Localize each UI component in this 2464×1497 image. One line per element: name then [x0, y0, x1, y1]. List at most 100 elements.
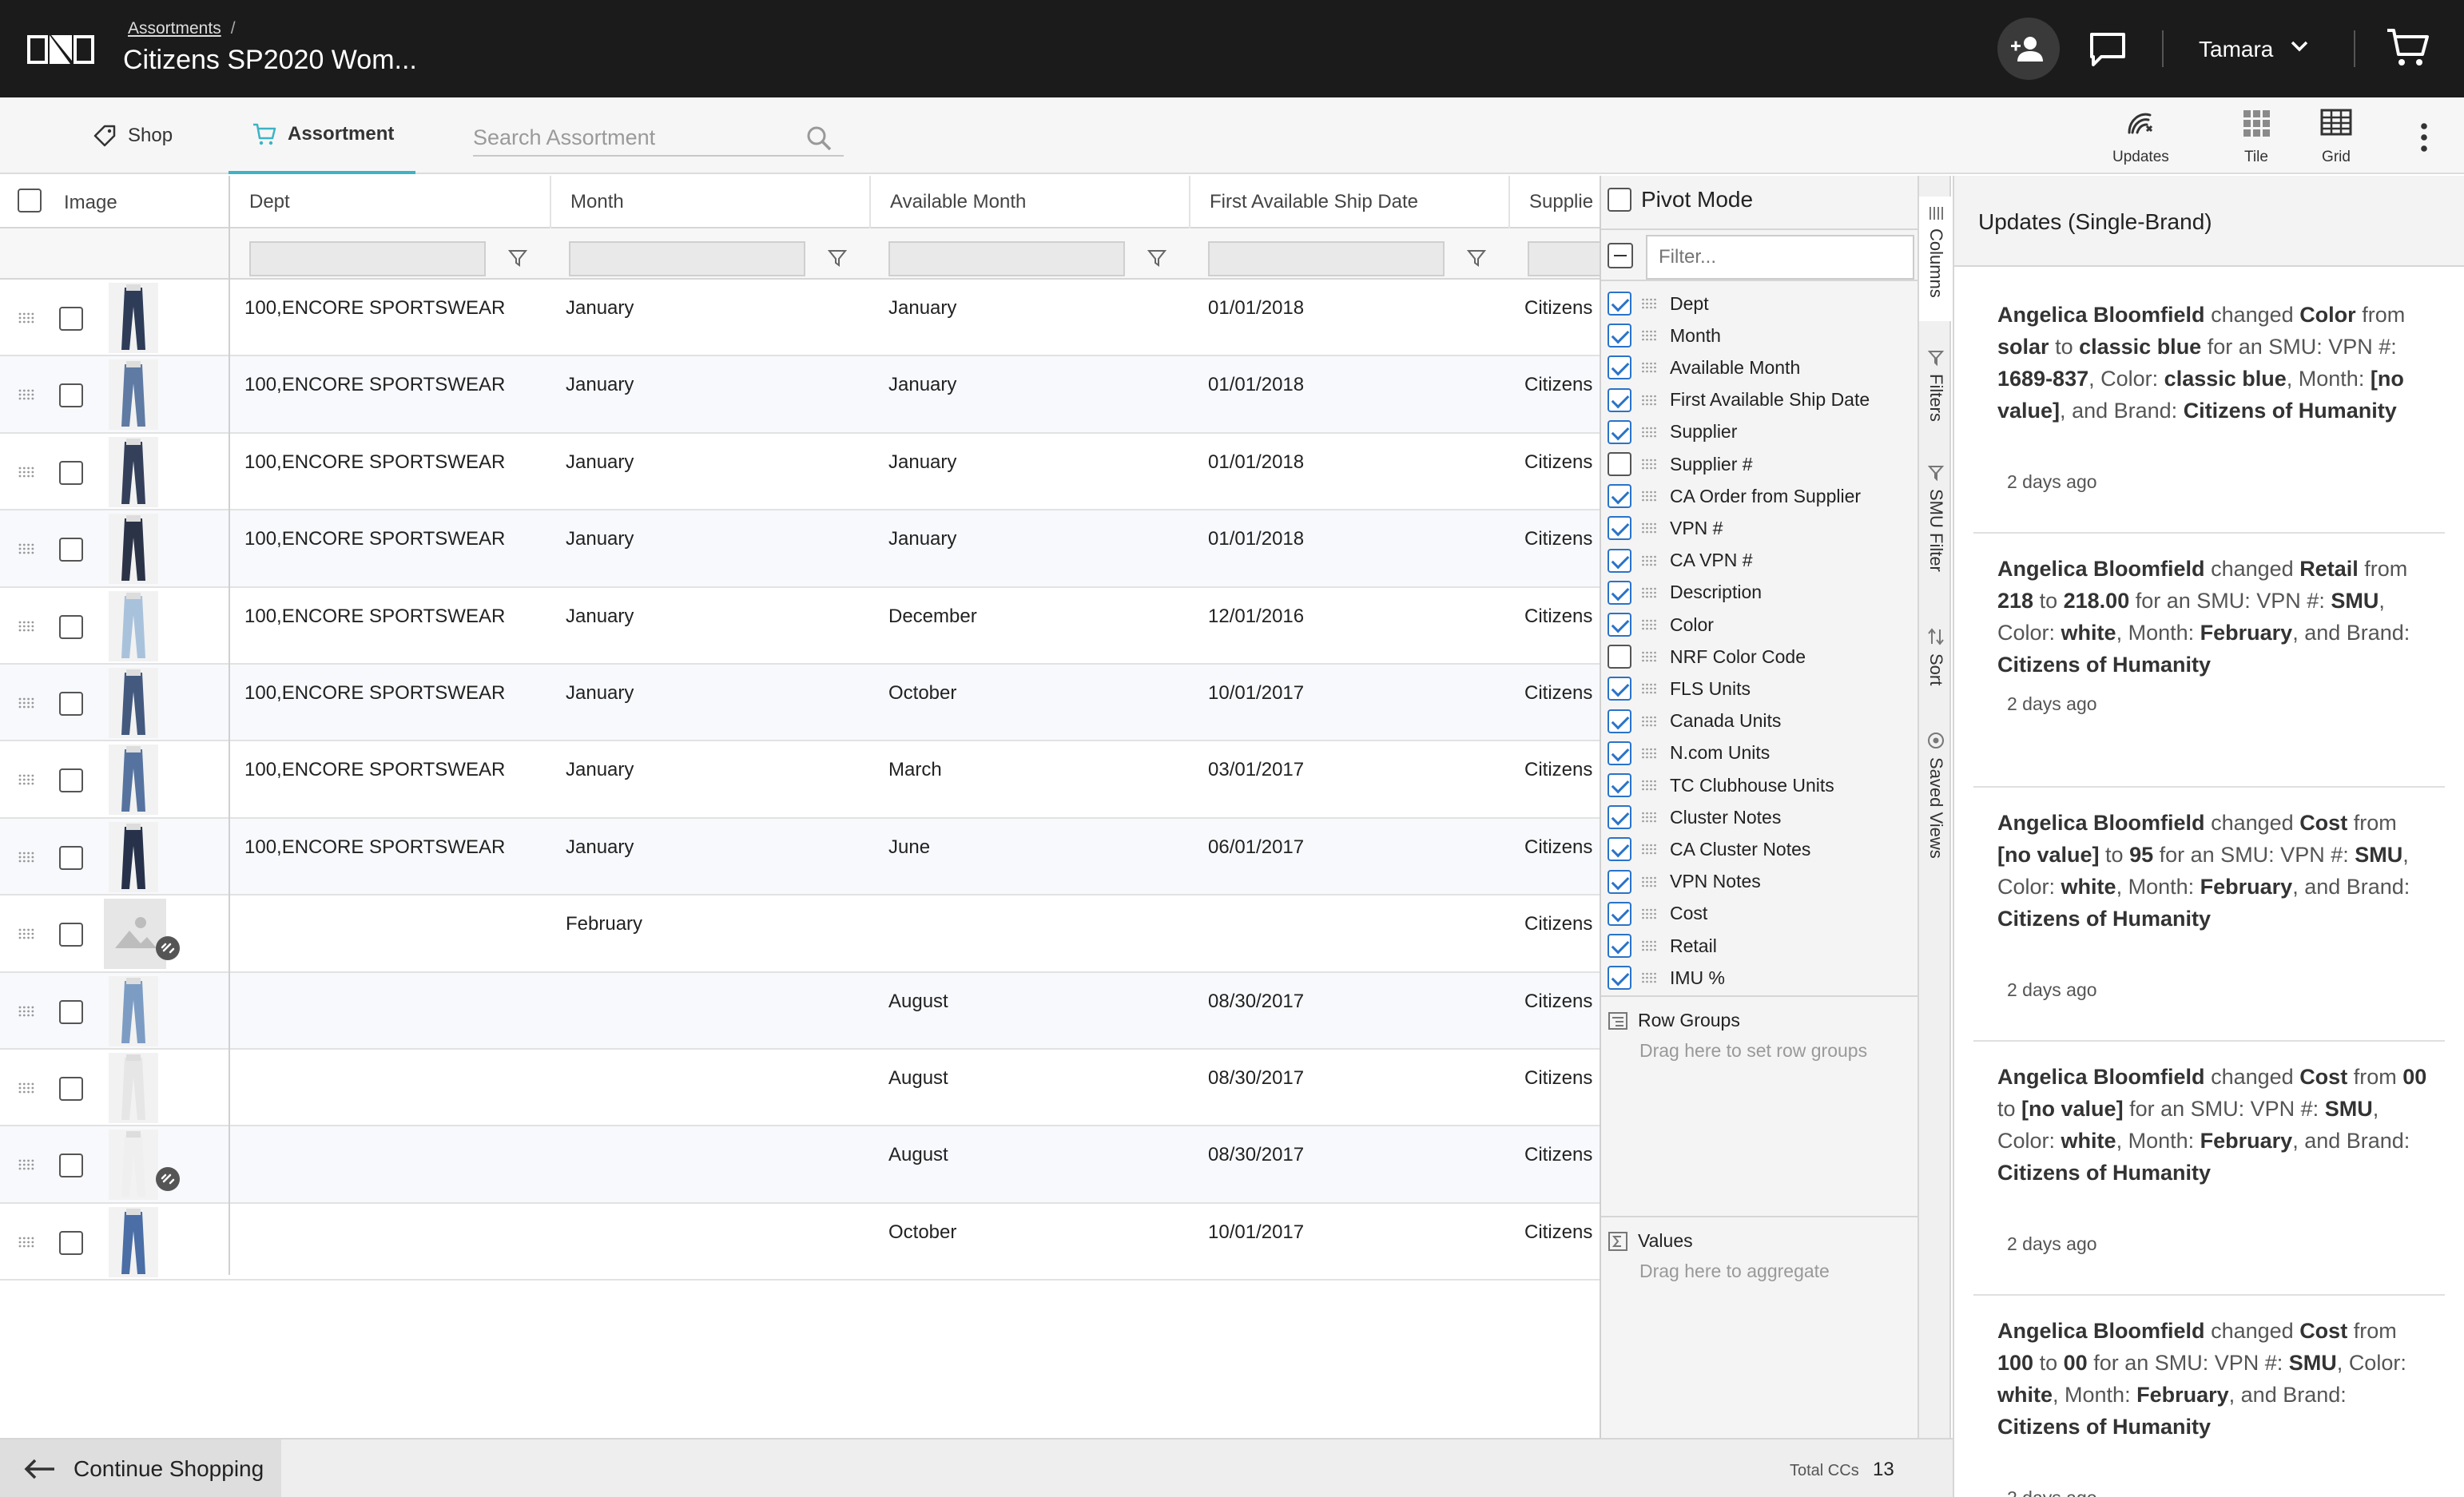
product-thumbnail[interactable] — [109, 975, 158, 1046]
drag-handle-icon[interactable] — [1641, 522, 1657, 534]
column-toggle-item[interactable]: NRF Color Code — [1608, 641, 1806, 673]
more-options-icon[interactable] — [2416, 121, 2432, 153]
column-checkbox[interactable] — [1608, 805, 1631, 830]
row-checkbox[interactable] — [59, 538, 83, 562]
chevron-down-icon[interactable] — [2290, 40, 2309, 53]
column-toggle-item[interactable]: Cost — [1608, 898, 1707, 930]
product-thumbnail[interactable] — [109, 436, 158, 507]
product-thumbnail[interactable] — [109, 821, 158, 892]
cell-month[interactable]: January — [566, 759, 634, 781]
column-checkbox[interactable] — [1608, 677, 1631, 701]
cell-ship-date[interactable]: 06/01/2017 — [1208, 836, 1304, 859]
column-toggle-item[interactable]: VPN Notes — [1608, 866, 1761, 898]
row-groups-drop-zone[interactable]: Row Groups Drag here to set row groups — [1601, 995, 1919, 1216]
cell-month[interactable]: January — [566, 528, 634, 550]
search-icon[interactable] — [805, 125, 833, 152]
cell-available-month[interactable]: June — [888, 836, 930, 859]
cell-ship-date[interactable]: 03/01/2017 — [1208, 759, 1304, 781]
column-checkbox[interactable] — [1608, 484, 1631, 509]
row-checkbox[interactable] — [59, 1077, 83, 1101]
drag-handle-icon[interactable] — [1641, 747, 1657, 760]
drag-handle-icon[interactable] — [18, 1082, 35, 1094]
column-toggle-item[interactable]: Description — [1608, 577, 1762, 609]
row-checkbox[interactable] — [59, 383, 83, 408]
drag-handle-icon[interactable] — [1641, 426, 1657, 439]
table-row[interactable]: August 08/30/2017 Citizens — [0, 1126, 1600, 1204]
filter-input-supplier[interactable] — [1528, 241, 1600, 276]
column-checkbox[interactable] — [1608, 580, 1631, 605]
column-toggle-item[interactable]: Supplier # — [1608, 448, 1753, 480]
table-row[interactable]: 100,ENCORE SPORTSWEAR January January 01/01… — [0, 434, 1600, 511]
row-checkbox[interactable] — [59, 1230, 83, 1255]
product-thumbnail[interactable] — [109, 283, 158, 353]
table-row[interactable]: 100,ENCORE SPORTSWEAR January January 01/01… — [0, 280, 1600, 357]
drag-handle-icon[interactable] — [1641, 297, 1657, 310]
drag-handle-icon[interactable] — [1641, 971, 1657, 984]
table-row[interactable]: 100,ENCORE SPORTSWEAR January December 12/0… — [0, 588, 1600, 665]
table-row[interactable]: August 08/30/2017 Citizens — [0, 972, 1600, 1050]
drag-handle-icon[interactable] — [1641, 811, 1657, 824]
row-checkbox[interactable] — [59, 307, 83, 331]
drag-handle-icon[interactable] — [1641, 843, 1657, 856]
drag-handle-icon[interactable] — [1641, 779, 1657, 792]
row-checkbox[interactable] — [59, 768, 83, 793]
column-toggle-item[interactable]: CA VPN # — [1608, 545, 1753, 577]
column-toggle-item[interactable]: CA Order from Supplier — [1608, 480, 1861, 512]
product-thumbnail[interactable] — [109, 668, 158, 738]
cell-month[interactable]: February — [566, 913, 642, 935]
cell-supplier[interactable]: Citizens — [1524, 836, 1592, 859]
cell-supplier[interactable]: Citizens — [1524, 1067, 1592, 1090]
cell-available-month[interactable]: October — [888, 1221, 956, 1244]
cell-available-month[interactable]: August — [888, 1144, 948, 1166]
row-checkbox[interactable] — [59, 614, 83, 639]
column-header-first-available-ship-date[interactable]: First Available Ship Date — [1189, 176, 1508, 228]
column-checkbox[interactable] — [1608, 516, 1631, 541]
table-row[interactable]: 100,ENCORE SPORTSWEAR January January 01/01… — [0, 356, 1600, 434]
toggle-all-columns-checkbox[interactable] — [1608, 243, 1633, 268]
cell-dept[interactable]: 100,ENCORE SPORTSWEAR — [244, 374, 505, 396]
cell-available-month[interactable]: January — [888, 374, 956, 396]
cell-supplier[interactable]: Citizens — [1524, 297, 1592, 320]
row-checkbox[interactable] — [59, 999, 83, 1024]
cell-available-month[interactable]: August — [888, 991, 948, 1013]
drag-handle-icon[interactable] — [18, 388, 35, 401]
drag-handle-icon[interactable] — [1641, 682, 1657, 695]
drag-handle-icon[interactable] — [1641, 394, 1657, 407]
cell-supplier[interactable]: Citizens — [1524, 913, 1592, 935]
column-toggle-item[interactable]: Retail — [1608, 930, 1717, 962]
cell-supplier[interactable]: Citizens — [1524, 759, 1592, 781]
cell-ship-date[interactable]: 12/01/2016 — [1208, 606, 1304, 628]
column-toggle-item[interactable]: First Available Ship Date — [1608, 384, 1870, 416]
select-all-checkbox[interactable] — [18, 189, 42, 212]
cell-supplier[interactable]: Citizens — [1524, 1221, 1592, 1244]
cart-icon[interactable] — [2386, 27, 2429, 69]
drag-handle-icon[interactable] — [1641, 650, 1657, 663]
column-checkbox[interactable] — [1608, 324, 1631, 348]
updates-button[interactable]: Updates — [2112, 109, 2169, 166]
table-row[interactable]: 100,ENCORE SPORTSWEAR January June 06/01/20… — [0, 818, 1600, 896]
cell-supplier[interactable]: Citizens — [1524, 991, 1592, 1013]
cell-month[interactable]: January — [566, 836, 634, 859]
cell-available-month[interactable]: January — [888, 528, 956, 550]
drag-handle-icon[interactable] — [1641, 490, 1657, 502]
column-checkbox[interactable] — [1608, 387, 1631, 412]
cell-ship-date[interactable]: 08/30/2017 — [1208, 1067, 1304, 1090]
drag-handle-icon[interactable] — [18, 1005, 35, 1018]
product-thumbnail[interactable] — [109, 1130, 158, 1201]
column-toggle-item[interactable]: TC Clubhouse Units — [1608, 769, 1834, 801]
side-tab-filters[interactable]: Filters — [1919, 350, 1953, 451]
cell-month[interactable]: January — [566, 606, 634, 628]
column-filter-input[interactable] — [1646, 235, 1914, 280]
cell-supplier[interactable]: Citizens — [1524, 451, 1592, 474]
cell-supplier[interactable]: Citizens — [1524, 606, 1592, 628]
filter-input-dept[interactable] — [249, 241, 486, 276]
column-checkbox[interactable] — [1608, 966, 1631, 991]
cell-ship-date[interactable]: 10/01/2017 — [1208, 682, 1304, 705]
side-tab-columns[interactable]: Columns — [1919, 197, 1953, 321]
column-toggle-item[interactable]: VPN # — [1608, 512, 1723, 544]
row-checkbox[interactable] — [59, 692, 83, 716]
row-checkbox[interactable] — [59, 460, 83, 485]
cell-dept[interactable]: 100,ENCORE SPORTSWEAR — [244, 759, 505, 781]
drag-handle-icon[interactable] — [18, 1236, 35, 1249]
drag-handle-icon[interactable] — [1641, 939, 1657, 952]
